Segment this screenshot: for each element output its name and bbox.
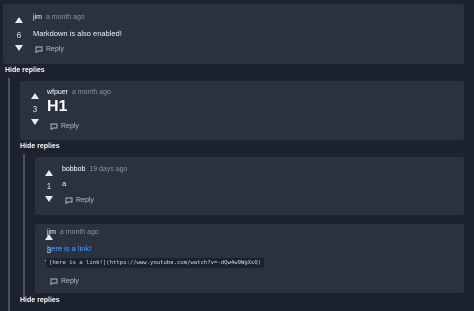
reply-icon (35, 46, 43, 53)
vote-score: 3 (32, 105, 38, 114)
comment-thread: 6 jim a month ago Markdown is also enabl… (0, 0, 474, 311)
comment-meta: jim a month ago (33, 14, 85, 21)
downvote-icon[interactable] (15, 45, 23, 51)
comment-time: 19 days ago (89, 166, 128, 173)
comment-heading: H1 (47, 98, 68, 115)
comment-card: 6 jim a month ago Markdown is also enabl… (3, 4, 464, 64)
upvote-icon[interactable] (31, 93, 39, 99)
hide-replies-button[interactable]: Hide replies (20, 143, 60, 150)
comment-meta: bobbob 19 days ago (62, 166, 127, 173)
comment-time: a month ago (45, 14, 85, 21)
downvote-icon[interactable] (31, 119, 39, 125)
reply-label: Reply (46, 46, 64, 53)
thread-line[interactable] (8, 78, 10, 311)
comment-link[interactable]: here is a link! (47, 244, 91, 253)
comment-time: a month ago (59, 229, 99, 236)
reply-button[interactable]: Reply (50, 123, 79, 130)
reply-icon (50, 278, 58, 285)
reply-button[interactable]: Reply (65, 197, 94, 204)
comment-author[interactable]: jim (33, 14, 42, 21)
comment-card: 1 bobbob 19 days ago a Reply (35, 157, 464, 215)
comment-card: 3 jim a month ago here is a link! [here … (35, 224, 464, 293)
comment-meta: wfpuer a month ago (47, 89, 111, 96)
reply-button[interactable]: Reply (50, 278, 79, 285)
reply-icon (65, 197, 73, 204)
reply-label: Reply (61, 278, 79, 285)
upvote-icon[interactable] (45, 170, 53, 176)
comment-time: a month ago (71, 89, 111, 96)
comment-card: 3 wfpuer a month ago H1 Reply (20, 81, 464, 140)
comment-author[interactable]: bobbob (62, 166, 85, 173)
vote-score: 1 (46, 182, 52, 191)
comment-meta: jim a month ago (47, 229, 99, 236)
hide-replies-button[interactable]: Hide replies (20, 297, 60, 304)
comment-author[interactable]: jim (47, 229, 56, 236)
reply-icon (50, 123, 58, 130)
comment-author[interactable]: wfpuer (47, 89, 68, 96)
comment-body: Markdown is also enabled! (33, 29, 122, 38)
comment-body: a (62, 179, 67, 188)
reply-label: Reply (76, 197, 94, 204)
thread-line[interactable] (23, 154, 25, 298)
vote-score: 6 (16, 31, 22, 40)
upvote-icon[interactable] (15, 17, 23, 23)
reply-button[interactable]: Reply (35, 46, 64, 53)
hide-replies-button[interactable]: Hide replies (5, 67, 45, 74)
downvote-icon[interactable] (45, 196, 53, 202)
code-snippet: [here is a link!](https://www.youtube.co… (46, 258, 265, 268)
reply-label: Reply (61, 123, 79, 130)
